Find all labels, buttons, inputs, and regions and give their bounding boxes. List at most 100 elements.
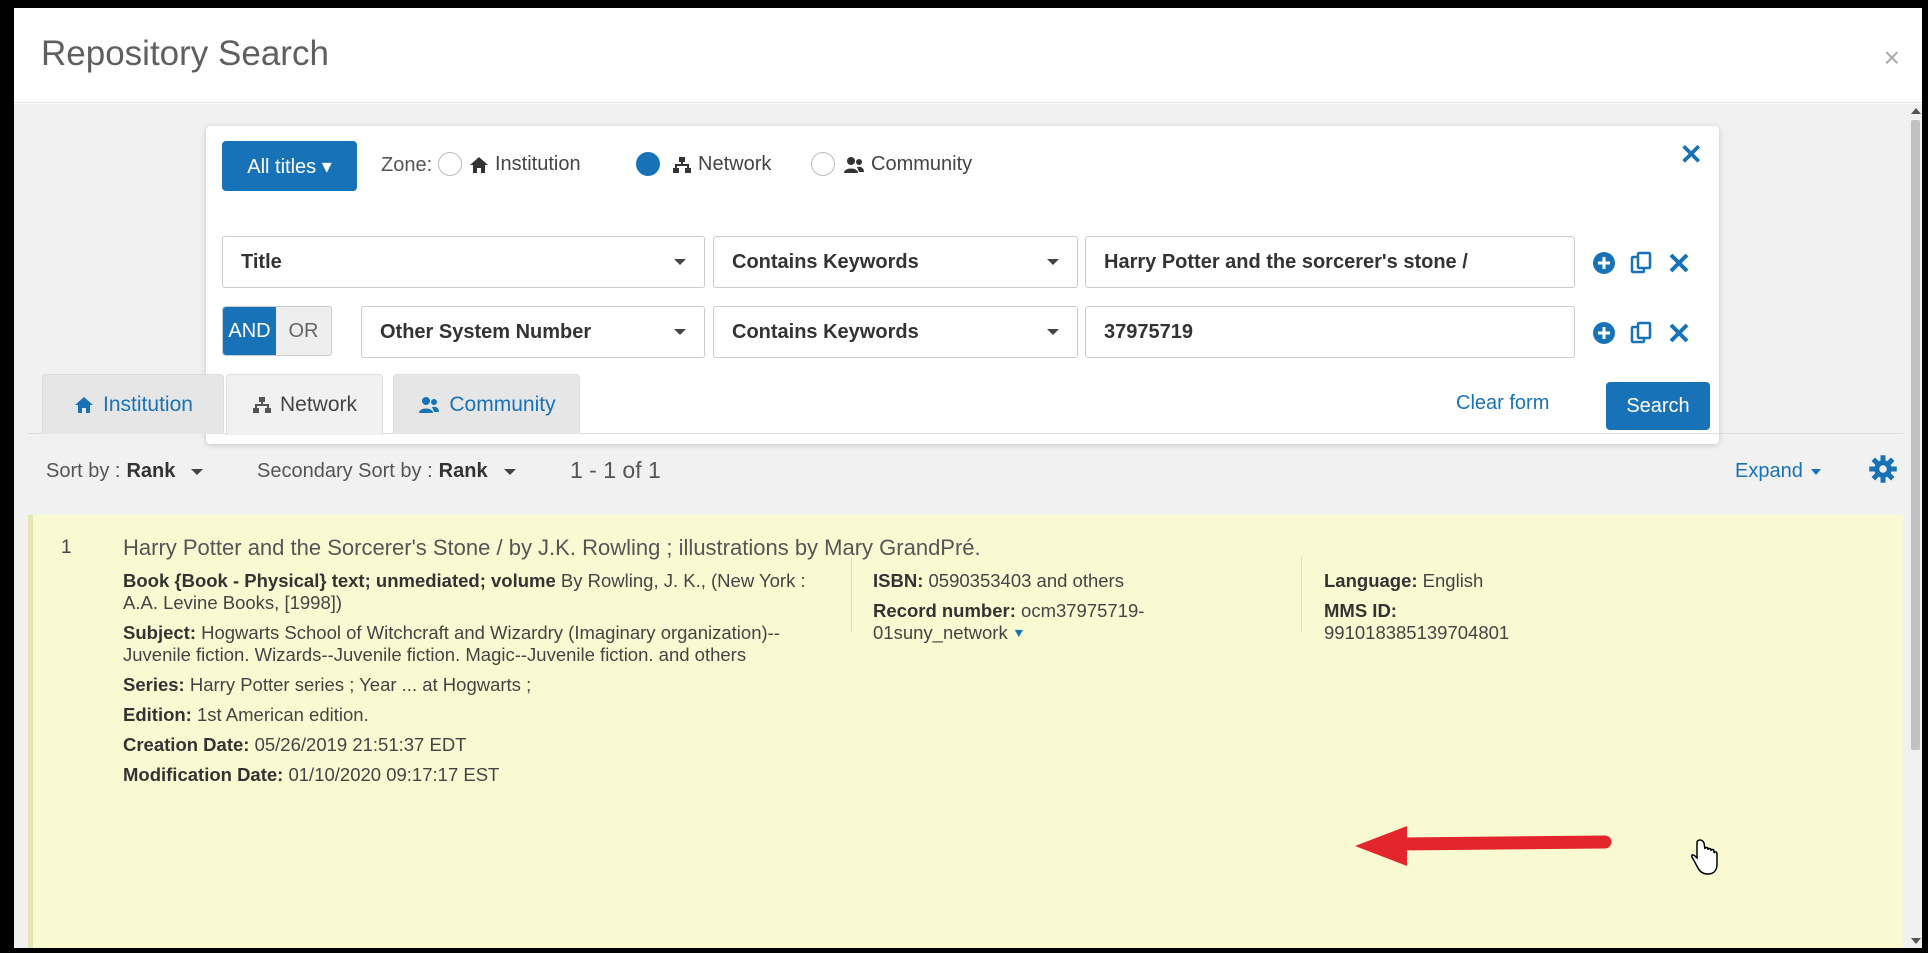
field-select-row1[interactable]: Title [222, 236, 705, 288]
subject-label: Subject: [123, 622, 196, 643]
zone-institution-label[interactable]: Institution [469, 153, 581, 176]
operator-select-row2[interactable]: Contains Keywords [713, 306, 1078, 358]
result-number: 1 [61, 537, 72, 558]
field-select-value: Title [241, 250, 282, 273]
language-line: Language: English [1324, 570, 1664, 592]
mms-label: MMS ID: [1324, 600, 1397, 621]
and-toggle[interactable]: AND [223, 307, 276, 355]
subject-text: Hogwarts School of Witchcraft and Wizard… [123, 622, 780, 665]
expand-label: Expand [1735, 460, 1803, 482]
field-select-row2[interactable]: Other System Number [361, 306, 705, 358]
copy-row-icon[interactable] [1626, 248, 1656, 278]
zone-institution-radio[interactable] [438, 152, 462, 176]
chevron-down-icon [1047, 329, 1059, 335]
zone-tabs: Institution Network Community [28, 374, 1903, 435]
sitemap-icon [673, 156, 691, 173]
chevron-down-icon [1810, 468, 1821, 475]
result-details-col3: Language: English MMS ID: 99101838513970… [1324, 570, 1664, 652]
scroll-thumb[interactable] [1911, 120, 1920, 750]
zone-network-radio[interactable] [636, 152, 660, 176]
users-icon [419, 396, 440, 413]
language-label: Language: [1324, 570, 1418, 591]
chevron-down-icon [1047, 259, 1059, 265]
zone-network-label[interactable]: Network [672, 153, 771, 176]
record-number-line: Record number: ocm37975719-01suny_networ… [873, 600, 1193, 646]
chevron-down-icon [191, 468, 204, 475]
secondary-sort-dropdown[interactable]: Secondary Sort by : Rank [257, 460, 516, 483]
operator-select-value: Contains Keywords [732, 250, 919, 273]
modal-close-icon[interactable]: × [1884, 44, 1900, 72]
modification-label: Modification Date: [123, 764, 284, 785]
scroll-up-icon[interactable] [1911, 108, 1921, 114]
modification-date-line: Modification Date: 01/10/2020 09:17:17 E… [123, 764, 823, 786]
all-titles-dropdown[interactable]: All titles ▾ [222, 141, 357, 191]
modal-title: Repository Search [41, 34, 329, 73]
column-divider [851, 557, 852, 632]
modification-text: 01/10/2020 09:17:17 EST [283, 764, 500, 785]
tab-institution-label: Institution [103, 392, 193, 416]
chevron-down-icon [503, 468, 516, 475]
chevron-down-icon [674, 259, 686, 265]
hand-cursor-icon [1691, 839, 1718, 875]
or-toggle[interactable]: OR [276, 307, 331, 355]
sitemap-icon [252, 397, 271, 413]
field-select-value: Other System Number [380, 320, 592, 343]
expand-dropdown[interactable]: Expand [1735, 460, 1821, 483]
modal-scrollbar[interactable] [1909, 104, 1922, 948]
operator-select-row1[interactable]: Contains Keywords [713, 236, 1078, 288]
mms-id-value: 991018385139704801 [1324, 622, 1510, 643]
tab-institution[interactable]: Institution [42, 374, 224, 434]
red-arrow-annotation [1355, 826, 1612, 866]
language-text: English [1417, 570, 1484, 591]
home-icon [470, 156, 488, 173]
sort-by-label: Sort by : [46, 460, 121, 482]
zone-institution-text: Institution [495, 153, 581, 175]
and-or-toggle[interactable]: AND OR [222, 306, 332, 356]
series-label: Series: [123, 674, 185, 695]
add-row-icon[interactable] [1589, 248, 1619, 278]
column-divider [1301, 557, 1302, 632]
panel-close-icon[interactable]: ✕ [1680, 138, 1703, 171]
secondary-sort-value: Rank [438, 460, 488, 482]
result-details-col2: ISBN: 0590353403 and others Record numbe… [873, 570, 1193, 654]
creation-date-line: Creation Date: 05/26/2019 21:51:37 EDT [123, 734, 823, 756]
modal-header: Repository Search × [14, 8, 1922, 103]
remove-row-icon[interactable] [1664, 318, 1694, 348]
edition-line: Edition: 1st American edition. [123, 704, 823, 726]
zone-label: Zone: [381, 154, 433, 176]
scroll-down-icon[interactable] [1911, 938, 1921, 944]
tab-community-label: Community [449, 392, 556, 416]
gear-icon[interactable] [1868, 454, 1898, 484]
isbn-line: ISBN: 0590353403 and others [873, 570, 1193, 592]
results-toolbar: Sort by : Rank Secondary Sort by : Rank … [28, 440, 1903, 500]
format-label: Book {Book - Physical} text; unmediated;… [123, 570, 556, 591]
series-text: Harry Potter series ; Year ... at Hogwar… [184, 674, 532, 695]
sort-by-dropdown[interactable]: Sort by : Rank [46, 460, 204, 483]
result-title[interactable]: Harry Potter and the Sorcerer's Stone / … [123, 535, 981, 561]
record-label: Record number: [873, 600, 1016, 621]
isbn-text: 0590353403 and others [923, 570, 1124, 591]
zone-community-text: Community [871, 153, 973, 175]
result-item: 1 Harry Potter and the Sorcerer's Stone … [28, 515, 1903, 948]
chevron-down-icon [674, 329, 686, 335]
result-count: 1 - 1 of 1 [570, 457, 661, 483]
isbn-label: ISBN: [873, 570, 924, 591]
sort-by-value: Rank [126, 460, 176, 482]
tab-community[interactable]: Community [393, 374, 580, 434]
edition-text: 1st American edition. [191, 704, 369, 725]
add-row-icon[interactable] [1589, 318, 1619, 348]
double-chevron-down-icon[interactable]: ⯆ [1013, 626, 1025, 643]
mms-id-line: MMS ID: [1324, 600, 1664, 622]
remove-row-icon[interactable] [1664, 248, 1694, 278]
operator-select-value: Contains Keywords [732, 320, 919, 343]
copy-row-icon[interactable] [1626, 318, 1656, 348]
creation-label: Creation Date: [123, 734, 250, 755]
zone-network-text: Network [698, 153, 772, 175]
value-input-row2[interactable]: 37975719 [1085, 306, 1575, 358]
edition-label: Edition: [123, 704, 192, 725]
subject-line: Subject: Hogwarts School of Witchcraft a… [123, 622, 823, 666]
tab-network[interactable]: Network [226, 374, 383, 435]
value-input-row1[interactable]: Harry Potter and the sorcerer's stone / [1085, 236, 1575, 288]
zone-community-radio[interactable] [811, 152, 835, 176]
zone-community-label[interactable]: Community [843, 153, 972, 176]
